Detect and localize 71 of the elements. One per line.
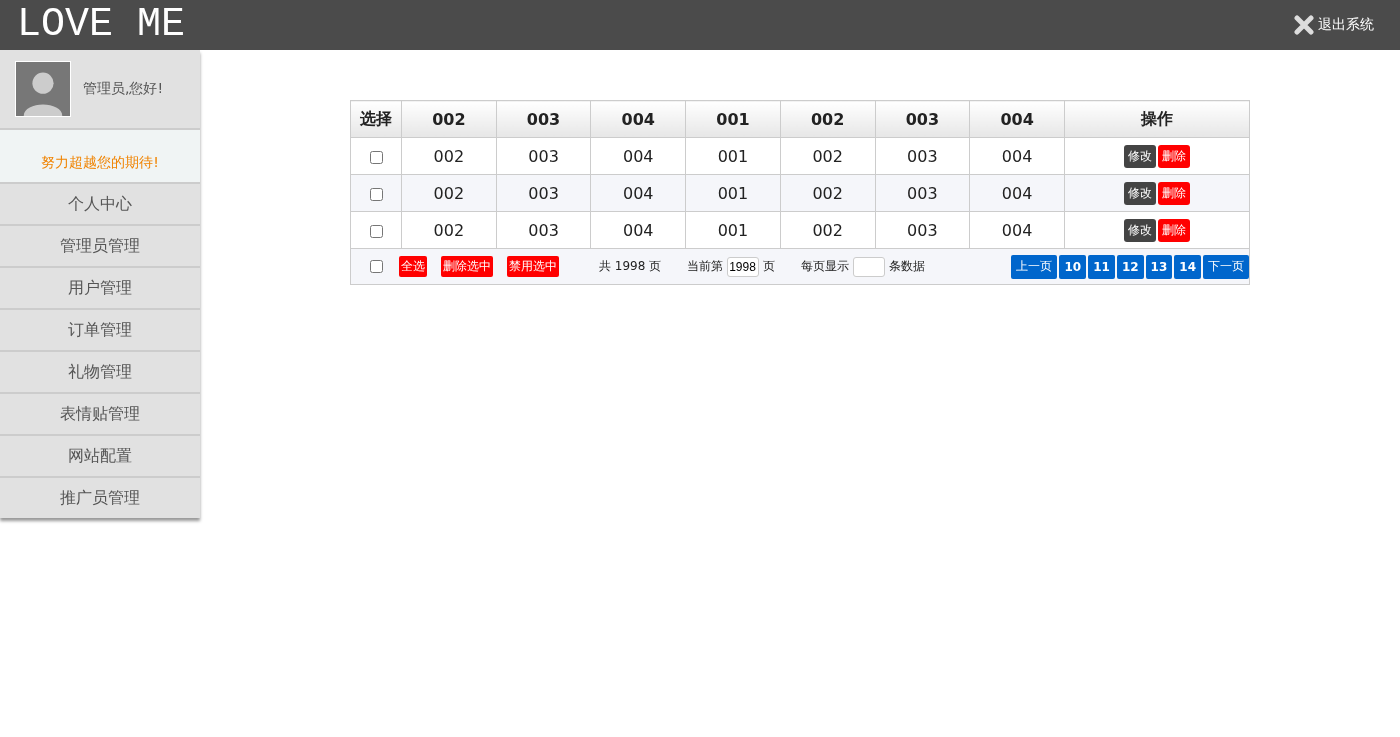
previous-page-button[interactable]: 上一页: [1011, 254, 1058, 279]
edit-button[interactable]: 修改: [1124, 218, 1156, 242]
avatar: [15, 61, 71, 117]
column-header: 002: [780, 100, 875, 138]
table-cell: 003: [875, 174, 970, 212]
page-number-button[interactable]: 11: [1088, 254, 1115, 279]
table-cell: 002: [780, 174, 875, 212]
slogan-text: 努力超越您的期待!: [41, 154, 159, 172]
logo: LOVE ME: [17, 1, 186, 49]
sidebar-item[interactable]: 网站配置: [0, 434, 200, 476]
row-checkbox[interactable]: [369, 150, 383, 164]
column-header: 003: [875, 100, 970, 138]
column-header: 001: [685, 100, 781, 138]
column-header: 003: [496, 100, 591, 138]
sidebar-item[interactable]: 个人中心: [0, 182, 200, 224]
delete-button[interactable]: 删除: [1158, 218, 1190, 242]
sidebar-item[interactable]: 订单管理: [0, 308, 200, 350]
table-cell: 003: [875, 211, 970, 249]
table-cell: 001: [685, 211, 781, 249]
sidebar-item[interactable]: 用户管理: [0, 266, 200, 308]
bulk-action-button[interactable]: 删除选中: [441, 256, 493, 277]
column-header: 004: [969, 100, 1065, 138]
table-cell: 001: [685, 174, 781, 212]
column-header: 选择: [350, 100, 402, 138]
bulk-action-button[interactable]: 全选: [399, 256, 427, 277]
close-icon: [1294, 15, 1314, 35]
page-number-button[interactable]: 12: [1116, 254, 1144, 279]
sidebar-item[interactable]: 推广员管理: [0, 476, 200, 518]
logout-button[interactable]: 退出系统: [1294, 15, 1374, 35]
sidebar-item[interactable]: 管理员管理: [0, 224, 200, 266]
row-checkbox[interactable]: [369, 224, 383, 238]
page-number-button[interactable]: 14: [1174, 254, 1201, 279]
column-header: 004: [590, 100, 686, 138]
table-cell: 002: [780, 211, 875, 249]
next-page-button[interactable]: 下一页: [1203, 254, 1249, 279]
page-unit-text: 页: [763, 258, 776, 275]
table-cell: 001: [685, 137, 781, 175]
column-header: 002: [401, 100, 497, 138]
bulk-action-button[interactable]: 禁用选中: [507, 256, 559, 277]
table-cell: 003: [496, 174, 591, 212]
edit-button[interactable]: 修改: [1124, 181, 1156, 205]
delete-button[interactable]: 删除: [1158, 181, 1190, 205]
page-number-button[interactable]: 13: [1145, 254, 1173, 279]
current-page-field[interactable]: 1998: [727, 256, 760, 277]
edit-button[interactable]: 修改: [1124, 144, 1156, 168]
current-page-label: 当前第: [687, 258, 724, 275]
greeting-text: 管理员,您好!: [83, 80, 164, 98]
table-cell: 003: [875, 137, 970, 175]
table-cell: 003: [496, 211, 591, 249]
row-checkbox[interactable]: [369, 187, 383, 201]
table-cell: 004: [590, 174, 686, 212]
table-cell: 004: [590, 137, 686, 175]
select-all-checkbox[interactable]: [370, 260, 383, 273]
per-page-unit-text: 条数据: [889, 258, 926, 275]
column-header: 操作: [1064, 100, 1250, 138]
per-page-field[interactable]: [853, 256, 886, 277]
page-number-button[interactable]: 10: [1059, 254, 1087, 279]
table-cell: 004: [969, 174, 1065, 212]
table-cell: 002: [780, 137, 875, 175]
table-cell: 002: [401, 211, 497, 249]
table-cell: 004: [590, 211, 686, 249]
delete-button[interactable]: 删除: [1158, 144, 1190, 168]
table-cell: 002: [401, 137, 497, 175]
table-cell: 004: [969, 211, 1065, 249]
table-cell: 004: [969, 137, 1065, 175]
per-page-label: 每页显示: [801, 258, 850, 275]
total-pages-text: 共 1998 页: [599, 258, 662, 275]
sidebar-item[interactable]: 表情贴管理: [0, 392, 200, 434]
table-cell: 003: [496, 137, 591, 175]
sidebar-item[interactable]: 礼物管理: [0, 350, 200, 392]
table-cell: 002: [401, 174, 497, 212]
